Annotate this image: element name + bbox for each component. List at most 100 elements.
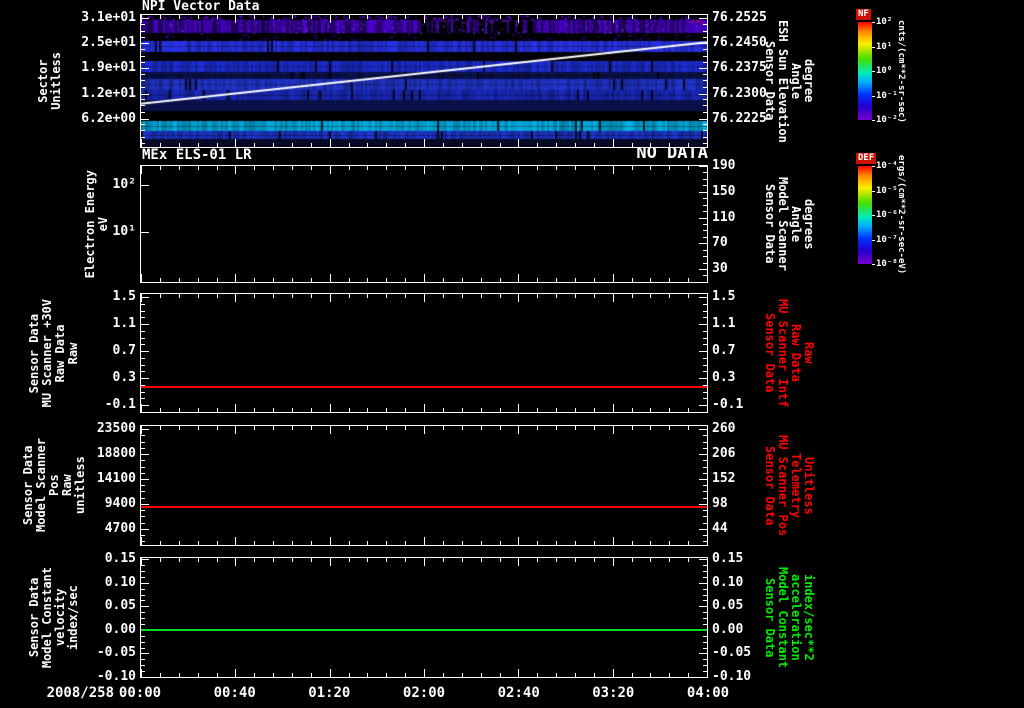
tick-mark	[669, 558, 671, 562]
tick-mark	[141, 522, 145, 524]
tick-mark	[141, 659, 145, 661]
npi-panel-title: NPI Vector Data	[142, 0, 260, 14]
tick-mark	[518, 274, 520, 282]
tick-mark	[141, 479, 149, 480]
tick-mark	[442, 278, 444, 282]
tick-mark	[699, 297, 707, 298]
tick-mark	[707, 404, 708, 412]
tick-mark	[141, 537, 142, 545]
tick-mark	[291, 558, 293, 562]
tick-mark	[178, 558, 180, 562]
els-spectrogram-panel	[140, 165, 708, 283]
tick-mark	[703, 130, 707, 132]
tick-mark	[703, 588, 707, 590]
y-tick-label: 6.2e+00	[81, 111, 136, 126]
tick-mark	[699, 677, 707, 678]
tick-mark	[480, 278, 482, 282]
y-tick-label: 206	[712, 446, 736, 461]
tick-mark	[461, 278, 463, 282]
tick-mark	[574, 673, 576, 677]
tick-mark	[669, 143, 671, 147]
y-tick-label: 110	[712, 209, 736, 225]
tick-mark	[703, 310, 707, 312]
tick-mark	[178, 673, 180, 677]
tick-mark	[703, 618, 707, 620]
tick-mark	[703, 594, 707, 596]
tick-mark	[703, 600, 707, 602]
tick-mark	[254, 558, 256, 562]
tick-mark	[650, 15, 652, 19]
tick-mark	[699, 243, 707, 245]
tick-mark	[703, 223, 707, 225]
tick-mark	[556, 541, 558, 545]
tick-mark	[703, 491, 707, 493]
tick-mark	[703, 230, 707, 232]
tick-mark	[688, 426, 690, 430]
tick-mark	[386, 278, 388, 282]
nf-colorbar	[858, 22, 872, 120]
tick-mark	[216, 426, 218, 430]
tick-mark	[141, 594, 145, 596]
tick-mark	[141, 559, 149, 561]
tick-mark	[141, 364, 145, 366]
tick-mark	[141, 61, 145, 63]
tick-mark	[405, 294, 407, 298]
tick-mark	[537, 294, 539, 298]
tick-mark	[141, 497, 145, 499]
tick-mark	[442, 673, 444, 677]
tick-mark	[631, 143, 633, 147]
tick-mark	[688, 278, 690, 282]
tick-mark	[141, 74, 145, 76]
tick-mark	[405, 673, 407, 677]
tick-mark	[707, 669, 708, 677]
tick-mark	[141, 391, 145, 393]
tick-mark	[499, 408, 501, 412]
tick-mark	[631, 558, 633, 562]
tick-mark	[141, 454, 149, 455]
tick-mark	[442, 294, 444, 298]
y-tick-label: 23500	[96, 421, 136, 436]
tick-mark	[367, 278, 369, 282]
tick-mark	[699, 93, 707, 95]
tick-mark	[703, 124, 707, 126]
tick-mark	[424, 537, 425, 545]
series-line-mu-scanner-30v-raw	[141, 385, 707, 388]
colorbar-tick-mark	[872, 239, 875, 241]
tick-mark	[703, 281, 707, 283]
tick-mark	[178, 278, 180, 282]
tick-mark	[612, 166, 614, 174]
tick-mark	[310, 294, 312, 298]
tick-mark	[141, 136, 145, 138]
tick-mark	[141, 317, 145, 319]
tick-mark	[612, 404, 614, 412]
y-tick-label: 1.2e+01	[81, 85, 136, 101]
tick-mark	[235, 537, 237, 545]
x-tick-label: 00:00	[118, 685, 162, 701]
tick-mark	[424, 558, 425, 566]
tick-mark	[273, 166, 275, 170]
tick-mark	[480, 558, 482, 562]
y-tick-label: 44	[712, 521, 728, 537]
tick-mark	[254, 408, 256, 412]
tick-mark	[405, 541, 407, 545]
tick-mark	[235, 274, 237, 282]
tick-mark	[159, 558, 161, 562]
tick-mark	[405, 166, 407, 170]
tick-mark	[703, 24, 707, 26]
tick-mark	[310, 558, 312, 562]
tick-mark	[669, 426, 671, 430]
tick-mark	[273, 673, 275, 677]
tick-mark	[329, 15, 331, 23]
tick-mark	[159, 408, 161, 412]
tick-mark	[461, 558, 463, 562]
tick-mark	[405, 278, 407, 282]
tick-mark	[329, 537, 331, 545]
tick-mark	[178, 408, 180, 412]
tick-mark	[348, 408, 350, 412]
tick-mark	[141, 485, 145, 487]
colorbar-tick-mark	[872, 190, 875, 192]
tick-mark	[197, 541, 199, 545]
tick-mark	[574, 541, 576, 545]
tick-mark	[669, 541, 671, 545]
tick-mark	[499, 278, 501, 282]
